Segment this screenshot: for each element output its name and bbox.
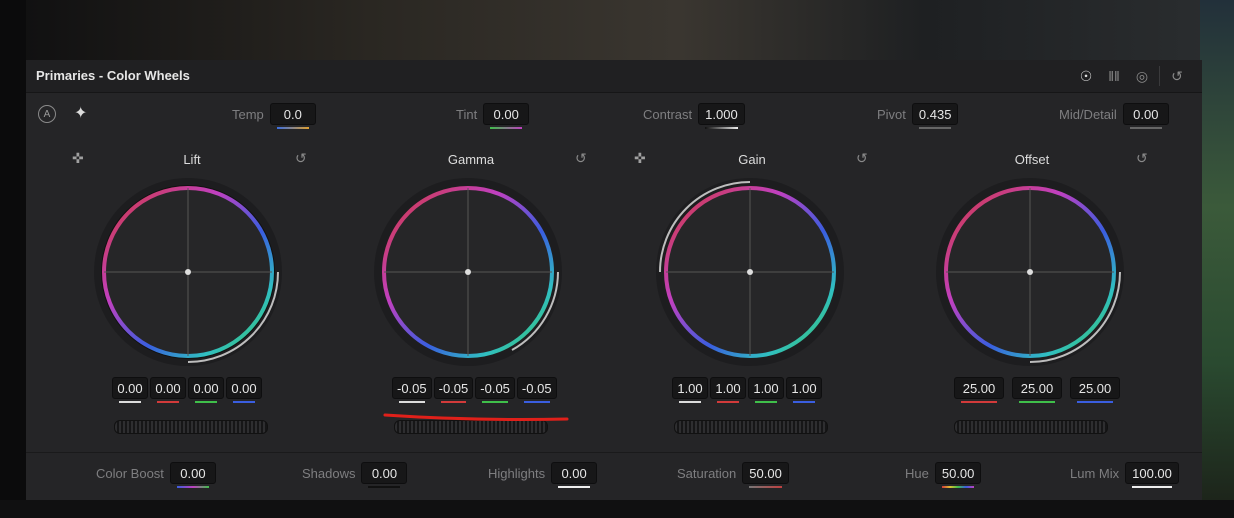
- offset-title: Offset: [1014, 152, 1050, 167]
- color-boost-label: Color Boost: [96, 465, 164, 481]
- offset-blue-field[interactable]: 25.00: [1070, 377, 1120, 403]
- gamma-blue-field[interactable]: -0.05: [516, 377, 557, 403]
- gamma-red-field[interactable]: -0.05: [433, 377, 474, 403]
- gamma-master-jog[interactable]: [394, 420, 548, 434]
- shadows-field[interactable]: 0.00: [361, 462, 408, 488]
- gain-title: Gain: [738, 152, 766, 167]
- crosshair-picker-icon[interactable]: ✜: [72, 150, 84, 167]
- gain-master-field[interactable]: 1.00: [672, 377, 708, 403]
- color-wheels-icon[interactable]: ☉: [1075, 66, 1097, 86]
- gamma-master-field[interactable]: -0.05: [392, 377, 432, 403]
- contrast-field[interactable]: 1.000: [698, 103, 745, 129]
- gain-wheel[interactable]: [654, 176, 846, 368]
- gain-blue-field[interactable]: 1.00: [786, 377, 822, 403]
- mid-detail-param: Mid/Detail 0.00: [1059, 103, 1169, 129]
- gain-green-field[interactable]: 1.00: [748, 377, 784, 403]
- saturation-param: Saturation 50.00: [677, 462, 789, 488]
- bottom-params-row: Color Boost 0.00 Shadows 0.00 Highlights…: [26, 452, 1202, 493]
- pivot-field[interactable]: 0.435: [911, 103, 959, 129]
- highlights-label: Highlights: [488, 465, 546, 481]
- lift-red-field[interactable]: 0.00: [150, 377, 186, 403]
- gamma-title: Gamma: [447, 152, 495, 167]
- temp-param: Temp 0.0: [232, 103, 316, 129]
- offset-red-field[interactable]: 25.00: [954, 377, 1004, 403]
- offset-green-field[interactable]: 25.00: [1012, 377, 1062, 403]
- color-boost-field[interactable]: 0.00: [169, 462, 216, 488]
- red-annotation-underline: [383, 413, 569, 421]
- hue-label: Hue: [905, 465, 929, 481]
- log-wheels-icon[interactable]: ◎: [1131, 66, 1153, 86]
- tint-field[interactable]: 0.00: [483, 103, 530, 129]
- contrast-label: Contrast: [643, 106, 693, 122]
- auto-balance-button[interactable]: A: [38, 105, 56, 123]
- bars-icon[interactable]: ‖‖: [1103, 66, 1125, 86]
- mid-detail-label: Mid/Detail: [1059, 106, 1117, 122]
- gamma-green-field[interactable]: -0.05: [475, 377, 515, 403]
- divider: [1159, 66, 1160, 86]
- mid-detail-field[interactable]: 0.00: [1122, 103, 1169, 129]
- panel-title: Primaries - Color Wheels: [36, 68, 190, 83]
- color-wheels-panel: Primaries - Color Wheels ☉ ‖‖ ◎ ↺ A ✦ Te…: [26, 60, 1202, 500]
- lum-mix-label: Lum Mix: [1070, 465, 1120, 481]
- lift-wheel[interactable]: [92, 176, 284, 368]
- gain-values: 1.00 1.00 1.00 1.00: [672, 377, 822, 403]
- contrast-param: Contrast 1.000: [643, 103, 745, 129]
- reset-all-icon[interactable]: ↺: [1166, 66, 1188, 86]
- lift-blue-field[interactable]: 0.00: [226, 377, 262, 403]
- lum-mix-param: Lum Mix 100.00: [1070, 462, 1179, 488]
- panel-titlebar: Primaries - Color Wheels ☉ ‖‖ ◎ ↺: [26, 60, 1202, 93]
- lift-values: 0.00 0.00 0.00 0.00: [112, 377, 262, 403]
- hue-field[interactable]: 50.00: [934, 462, 982, 488]
- lift-master-jog[interactable]: [114, 420, 268, 434]
- hue-param: Hue 50.00: [905, 462, 982, 488]
- saturation-field[interactable]: 50.00: [742, 462, 789, 488]
- lift-master-field[interactable]: 0.00: [112, 377, 148, 403]
- left-edge: [0, 0, 26, 518]
- pivot-param: Pivot 0.435: [877, 103, 959, 129]
- color-boost-param: Color Boost 0.00: [96, 462, 216, 488]
- offset-wheel[interactable]: [934, 176, 1126, 368]
- gamma-reset-icon[interactable]: ↺: [575, 150, 587, 167]
- lift-reset-icon[interactable]: ↺: [295, 150, 307, 167]
- bottom-edge: [0, 500, 1234, 518]
- shadows-label: Shadows: [302, 465, 356, 481]
- highlights-param: Highlights 0.00: [488, 462, 598, 488]
- gain-master-jog[interactable]: [674, 420, 828, 434]
- lift-green-field[interactable]: 0.00: [188, 377, 224, 403]
- lum-mix-field[interactable]: 100.00: [1125, 462, 1179, 488]
- color-wheels-area: ✜ Lift ↺ 0.00 0.00 0.00 0.00 Gamma ↺ -0.…: [26, 140, 1202, 440]
- top-params-row: A ✦ Temp 0.0 Tint 0.00 Contrast 1.000 Pi…: [26, 93, 1202, 137]
- gamma-wheel[interactable]: [372, 176, 564, 368]
- mode-icons: ☉ ‖‖ ◎ ↺: [1075, 66, 1188, 86]
- temp-field[interactable]: 0.0: [269, 103, 316, 129]
- temp-label: Temp: [232, 106, 264, 122]
- offset-master-jog[interactable]: [954, 420, 1108, 434]
- gain-red-field[interactable]: 1.00: [710, 377, 746, 403]
- highlights-field[interactable]: 0.00: [551, 462, 598, 488]
- gamma-values: -0.05 -0.05 -0.05 -0.05: [392, 377, 557, 403]
- offset-values: 25.00 25.00 25.00: [954, 377, 1120, 403]
- viewer-background-right: [1200, 0, 1234, 518]
- offset-reset-icon[interactable]: ↺: [1136, 150, 1148, 167]
- lift-title: Lift: [183, 152, 201, 167]
- tint-param: Tint 0.00: [456, 103, 530, 129]
- saturation-label: Saturation: [677, 465, 737, 481]
- pivot-label: Pivot: [877, 106, 906, 122]
- viewer-background-top: [0, 0, 1234, 60]
- tint-label: Tint: [456, 106, 478, 122]
- crosshair-picker-icon[interactable]: ✜: [634, 150, 646, 167]
- shadows-param: Shadows 0.00: [302, 462, 408, 488]
- eyedropper-icon[interactable]: ✦: [74, 103, 87, 123]
- gain-reset-icon[interactable]: ↺: [856, 150, 868, 167]
